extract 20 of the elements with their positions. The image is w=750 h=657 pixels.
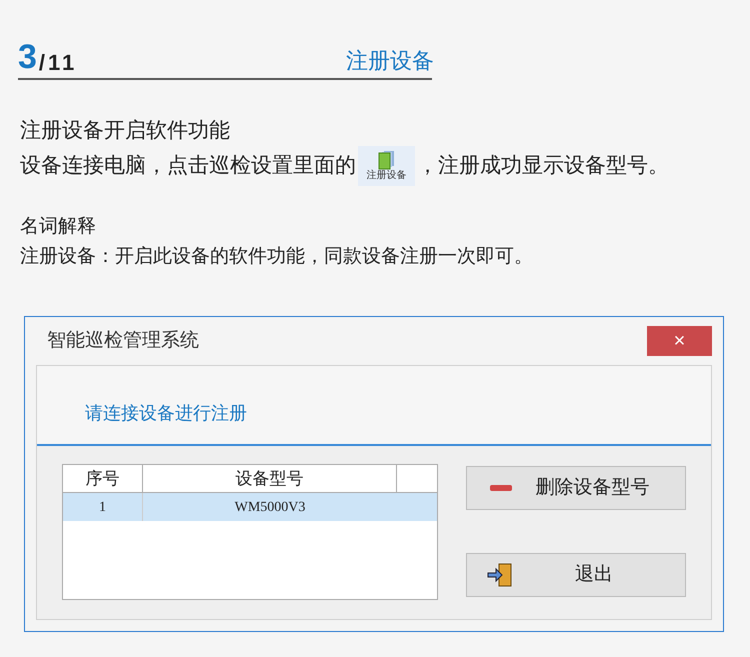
minus-icon — [490, 485, 512, 491]
column-header: 序号 — [63, 465, 143, 492]
exit-button[interactable]: 退出 — [466, 553, 686, 597]
page-total: /11 — [38, 52, 78, 74]
intro-text: 注册设备开启软件功能 — [20, 118, 231, 144]
delete-button[interactable]: 删除设备型号 — [466, 466, 686, 510]
table-cell: 1 — [63, 493, 143, 521]
intro-text: ，注册成功显示设备型号。 — [417, 153, 669, 179]
page-title: 注册设备 — [346, 50, 434, 72]
stacked-pages-icon — [378, 150, 396, 170]
page-number: 3 — [18, 40, 37, 74]
table-cell-text: WM5000V3 — [234, 498, 306, 516]
column-header: 设备型号 — [143, 465, 397, 492]
glossary-text: 注册设备：开启此设备的软件功能，同款设备注册一次即可。 — [20, 245, 534, 269]
close-button[interactable]: × — [647, 326, 712, 356]
glossary-heading: 名词解释 — [20, 215, 97, 239]
table-row[interactable]: 1 WM5000V3 — [63, 493, 437, 521]
intro-text: 设备连接电脑，点击巡检设置里面的 — [20, 153, 356, 179]
prompt-text: 请连接设备进行注册 — [85, 402, 247, 424]
window-title: 智能巡检管理系统 — [47, 328, 199, 353]
